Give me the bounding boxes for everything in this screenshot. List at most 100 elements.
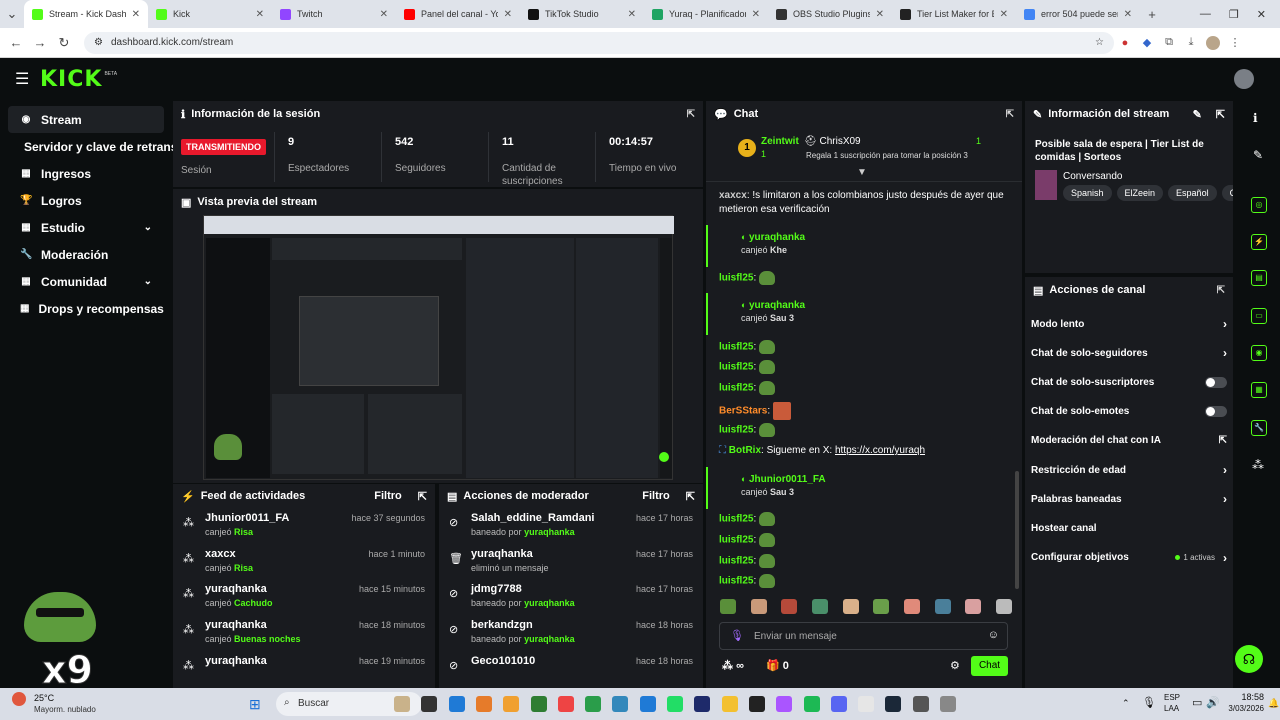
close-window-icon[interactable]: ✕ <box>1257 8 1266 21</box>
chat-link[interactable]: https://x.com/yuraqh <box>835 445 925 456</box>
tab-close-icon[interactable]: ✕ <box>380 9 388 20</box>
popout-icon[interactable]: ⇱ <box>1216 108 1225 121</box>
actions-icon[interactable]: ▦ <box>1251 382 1267 398</box>
sidebar-item-3[interactable]: 🏆 Logros <box>8 187 164 214</box>
sidebar-item-1[interactable]: Servidor y clave de retransm <box>8 133 188 160</box>
external-link-icon[interactable]: ⇱ <box>1219 435 1227 446</box>
feed-user[interactable]: yuraqhanka <box>205 619 267 631</box>
chevron-right-icon[interactable]: › <box>1223 551 1227 565</box>
emote-button[interactable] <box>873 599 890 614</box>
emote-button[interactable] <box>750 599 767 614</box>
feed-row[interactable]: ⊘ jdmg7788 baneado por yuraqhanka hace 17 h… <box>439 579 703 615</box>
chevron-right-icon[interactable]: › <box>1223 346 1227 360</box>
edit-icon[interactable]: ✎ <box>1193 108 1202 121</box>
feed-user[interactable]: yuraqhanka <box>471 548 533 560</box>
chat-icon[interactable]: ▭ <box>1251 308 1267 324</box>
channel-action-8[interactable]: Configurar objetivos 1 activas › <box>1031 544 1227 572</box>
browser-tab[interactable]: error 504 puede ser ✕ <box>1016 0 1140 28</box>
browser-tab[interactable]: Panel del canal - You ✕ <box>396 0 520 28</box>
browser-tab[interactable]: TikTok Studio ✕ <box>520 0 644 28</box>
taskbar-app-icon[interactable] <box>885 696 902 712</box>
taskbar-app-icon[interactable] <box>448 696 465 712</box>
tray-chevron-icon[interactable]: ⌃ <box>1122 698 1130 709</box>
emoji-icon[interactable]: ☺ <box>988 629 999 641</box>
support-headset-button[interactable]: ☊ <box>1235 645 1263 673</box>
feed-row[interactable]: ⁂ Jhunior0011_FA canjeó Risa hace 37 segund… <box>173 508 435 544</box>
popout-icon[interactable]: ⇱ <box>418 490 427 503</box>
taskbar-app-icon[interactable] <box>803 696 820 712</box>
tab-close-icon[interactable]: ✕ <box>1000 9 1008 20</box>
tab-close-icon[interactable]: ✕ <box>1124 9 1132 20</box>
channel-action-0[interactable]: Modo lento › <box>1031 310 1227 338</box>
taskbar-app-icon[interactable] <box>940 696 956 712</box>
hamburger-menu-icon[interactable]: ☰ <box>15 69 29 89</box>
input-language[interactable]: ESP <box>1164 693 1180 702</box>
emote-button[interactable] <box>965 599 982 614</box>
feed-row[interactable]: ⁂ xaxcx canjeó Risa hace 1 minuto <box>173 544 435 580</box>
camera-icon[interactable]: ◎ <box>1251 197 1267 213</box>
browser-tab[interactable]: Twitch ✕ <box>272 0 396 28</box>
popout-icon[interactable]: ⇱ <box>686 490 695 503</box>
feed-user[interactable]: berkandzgn <box>471 619 533 631</box>
user-avatar[interactable] <box>1234 69 1254 89</box>
taskbar-app-icon[interactable] <box>639 696 656 712</box>
browser-tab[interactable]: Kick ✕ <box>148 0 272 28</box>
taskbar-app-icon[interactable] <box>394 696 410 712</box>
notification-icon[interactable]: 🔔 <box>1268 698 1279 709</box>
popout-icon[interactable]: ⇱ <box>687 109 695 120</box>
taskbar-app-icon[interactable] <box>585 696 602 712</box>
channel-action-6[interactable]: Palabras baneadas › <box>1031 485 1227 513</box>
profile-avatar[interactable] <box>1202 35 1224 50</box>
filter-button[interactable]: Filtro <box>642 490 670 502</box>
filter-button[interactable]: Filtro <box>374 490 402 502</box>
feed-user[interactable]: Geco101010 <box>471 655 535 667</box>
reload-icon[interactable]: ↻ <box>52 35 76 51</box>
menu-kebab-icon[interactable]: ⋮ <box>1224 36 1246 49</box>
sidebar-item-4[interactable]: ▦ Estudio ⌄ <box>8 214 164 241</box>
chevron-down-icon[interactable]: ⌄ <box>144 276 152 287</box>
leader-user-1[interactable]: Zeintwit <box>761 136 799 147</box>
tab-close-icon[interactable]: ✕ <box>628 9 636 20</box>
taskbar-app-icon[interactable] <box>721 696 738 712</box>
stream-video-preview[interactable] <box>203 215 674 480</box>
feed-user[interactable]: yuraqhanka <box>205 655 267 667</box>
start-windows-icon[interactable]: ⊞ <box>249 696 261 713</box>
channel-action-3[interactable]: Chat de solo-emotes <box>1031 398 1227 426</box>
site-info-icon[interactable]: ⚙ <box>94 37 103 48</box>
weather-temp[interactable]: 25°C <box>34 693 54 703</box>
channel-action-1[interactable]: Chat de solo-seguidores › <box>1031 339 1227 367</box>
feed-row[interactable]: ⊘ berkandzgn baneado por yuraqhanka hace 18… <box>439 615 703 651</box>
popout-icon[interactable]: ⇱ <box>1006 109 1014 120</box>
feed-row[interactable]: ⁂ yuraqhanka canjeó Buenas noches hace 18 m… <box>173 615 435 651</box>
browser-tab[interactable]: Stream - Kick Dashbo ✕ <box>24 0 148 28</box>
extensions-puzzle-icon[interactable]: ⧉ <box>1158 36 1180 49</box>
emote-button[interactable] <box>934 599 951 614</box>
emote-button[interactable] <box>842 599 859 614</box>
channel-action-4[interactable]: Moderación del chat con IA ⇱ <box>1031 427 1227 455</box>
feed-row[interactable]: ⊘ Salah_eddine_Ramdani baneado por yuraqha… <box>439 508 703 544</box>
tab-close-icon[interactable]: ✕ <box>876 9 884 20</box>
category-thumbnail[interactable] <box>1035 170 1057 200</box>
tab-close-icon[interactable]: ✕ <box>752 9 760 20</box>
new-tab-button[interactable]: + <box>1140 7 1164 22</box>
taskbar-app-icon[interactable] <box>530 696 547 712</box>
taskbar-app-icon[interactable] <box>421 696 438 712</box>
feed-row[interactable]: ⊘ Geco101010 hace 18 horas <box>439 651 703 687</box>
feed-user[interactable]: xaxcx <box>205 548 236 560</box>
feed-row[interactable]: ⁂ yuraqhanka hace 19 minutos <box>173 651 435 687</box>
forward-icon[interactable]: → <box>28 35 52 50</box>
tab-close-icon[interactable]: ✕ <box>132 9 140 20</box>
sidebar-item-7[interactable]: ▦ Drops y recompensas <box>8 295 164 322</box>
tag-pill[interactable]: Spanish <box>1063 185 1112 201</box>
taskbar-app-icon[interactable] <box>667 696 683 712</box>
browser-tab[interactable]: Tier List Maker for Ev ✕ <box>892 0 1016 28</box>
restore-icon[interactable]: ❐ <box>1229 8 1239 21</box>
emote-button[interactable] <box>720 599 736 614</box>
chevron-down-icon[interactable]: ⌄ <box>144 222 152 233</box>
taskbar-app-icon[interactable] <box>557 696 574 712</box>
tab-list-chevron-icon[interactable]: ⌄ <box>0 6 24 22</box>
sidebar-item-5[interactable]: 🔧 Moderación <box>8 241 164 268</box>
taskbar-app-icon[interactable] <box>776 696 793 712</box>
taskbar-app-icon[interactable] <box>858 696 875 712</box>
back-icon[interactable]: ← <box>4 35 28 50</box>
